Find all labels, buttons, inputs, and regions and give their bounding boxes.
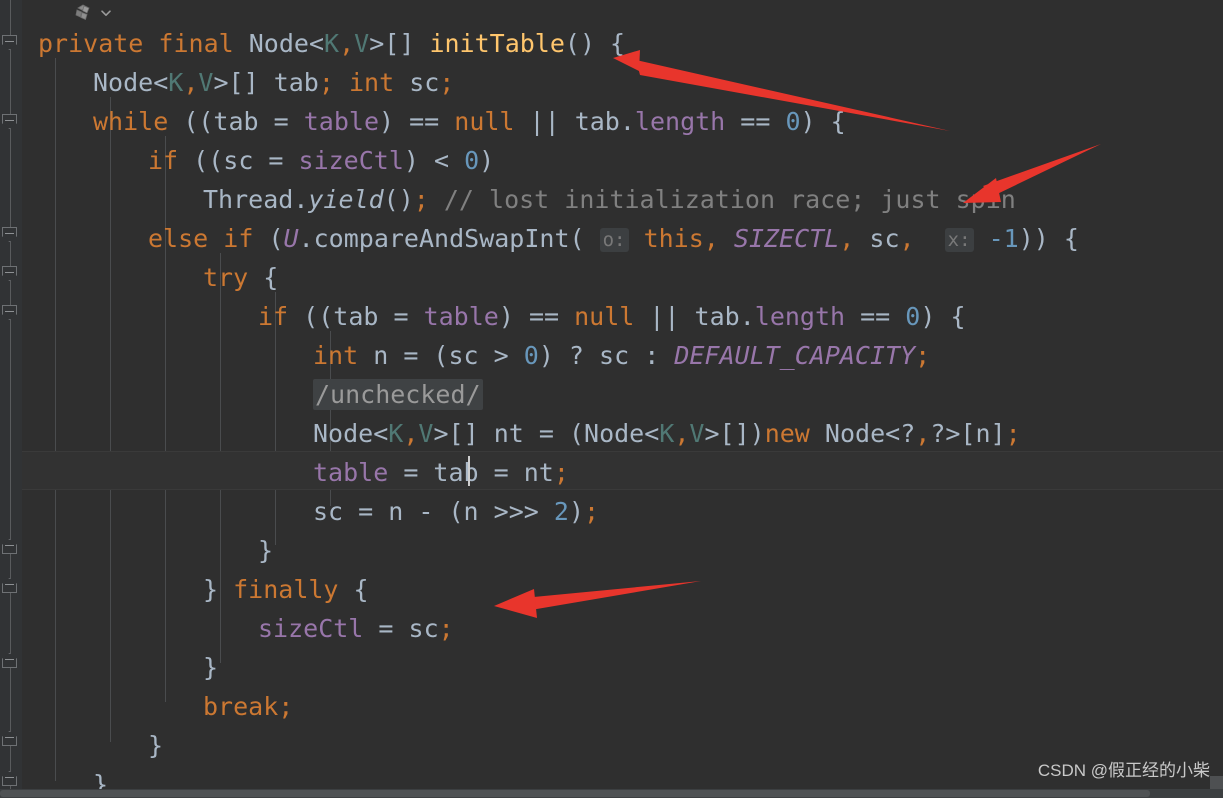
indent-guide xyxy=(55,58,56,781)
fold-marker-end[interactable] xyxy=(1,770,20,789)
watermark: CSDN @假正经的小柴 xyxy=(1037,761,1210,780)
folded-annotation-chip[interactable]: /unchecked/ xyxy=(313,379,483,410)
code-line[interactable]: else if (U.compareAndSwapInt( o: this, S… xyxy=(148,219,1079,258)
structure-icon[interactable] xyxy=(74,3,94,23)
scrollbar-corner xyxy=(1210,776,1223,789)
fold-marker-start[interactable] xyxy=(1,34,20,53)
code-line[interactable]: Node<K,V>[] nt = (Node<K,V>[])new Node<?… xyxy=(313,414,1021,453)
code-line[interactable]: /unchecked/ xyxy=(313,375,483,414)
code-line[interactable]: table = tab = nt; xyxy=(313,453,569,492)
chevron-down-icon[interactable] xyxy=(99,6,113,20)
code-line[interactable]: } xyxy=(148,726,163,765)
code-line[interactable]: break; xyxy=(203,687,293,726)
code-line[interactable]: Node<K,V>[] tab; int sc; xyxy=(93,63,454,102)
code-line[interactable]: sizeCtl = sc; xyxy=(258,609,454,648)
parameter-hint: o: xyxy=(599,227,629,252)
code-line[interactable]: } xyxy=(203,648,218,687)
fold-marker-start[interactable] xyxy=(1,265,20,284)
code-line[interactable]: } finally { xyxy=(203,570,369,609)
code-editor-window: private final Node<K,V>[] initTable() { … xyxy=(0,0,1223,798)
code-line[interactable]: sc = n - (n >>> 2); xyxy=(313,492,599,531)
code-line[interactable]: int n = (sc > 0) ? sc : DEFAULT_CAPACITY… xyxy=(313,336,930,375)
fold-marker-start[interactable] xyxy=(1,226,20,245)
horizontal-scrollbar-thumb[interactable] xyxy=(0,790,1150,797)
fold-marker-end[interactable] xyxy=(1,577,20,596)
current-line-highlight xyxy=(22,451,1223,490)
editor-gutter xyxy=(0,0,22,798)
code-line[interactable]: } xyxy=(258,531,273,570)
breadcrumb[interactable] xyxy=(74,1,113,25)
indent-guide xyxy=(110,97,111,742)
text-caret xyxy=(468,456,470,486)
fold-marker-start[interactable] xyxy=(1,304,20,323)
code-line[interactable]: while ((tab = table) == null || tab.leng… xyxy=(93,102,846,141)
code-line[interactable]: if ((sc = sizeCtl) < 0) xyxy=(148,141,494,180)
editor-text-area[interactable]: private final Node<K,V>[] initTable() { … xyxy=(22,0,1223,798)
parameter-hint: x: xyxy=(944,227,974,252)
fold-marker-end[interactable] xyxy=(1,730,20,749)
horizontal-scrollbar[interactable] xyxy=(0,789,1223,798)
fold-marker-end[interactable] xyxy=(1,652,20,671)
code-line[interactable]: Thread.yield(); // lost initialization r… xyxy=(203,180,1016,219)
fold-marker-end[interactable] xyxy=(1,538,20,557)
code-line[interactable]: private final Node<K,V>[] initTable() { xyxy=(38,24,625,63)
code-line[interactable]: if ((tab = table) == null || tab.length … xyxy=(258,297,966,336)
fold-marker-start[interactable] xyxy=(1,113,20,132)
code-line[interactable]: try { xyxy=(203,258,278,297)
